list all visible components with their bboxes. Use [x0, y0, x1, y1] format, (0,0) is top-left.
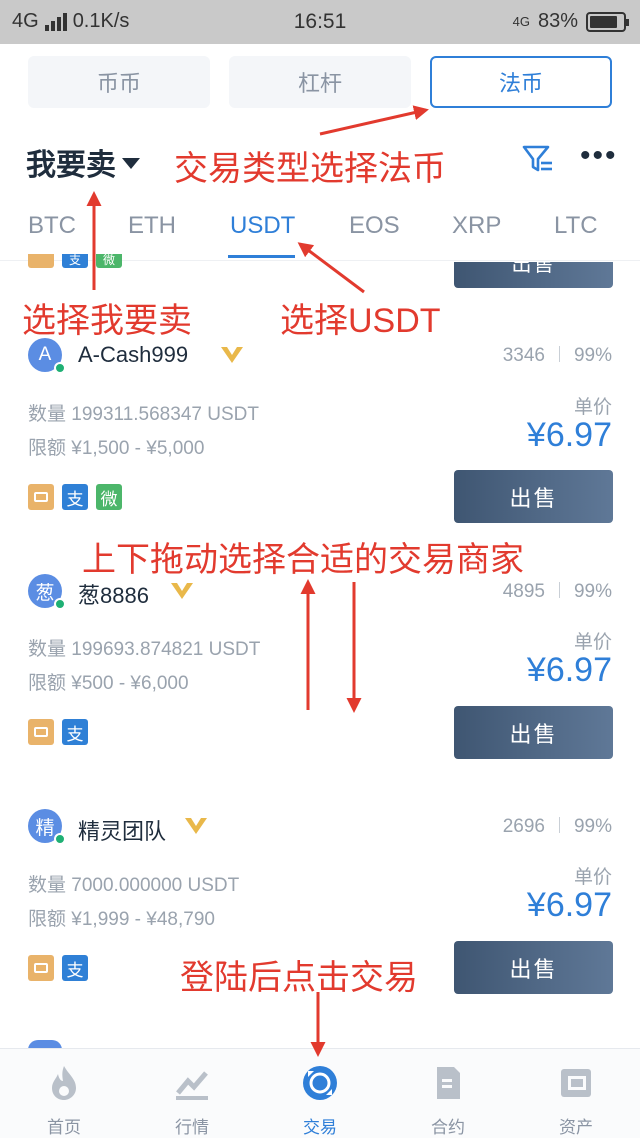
nav-contract[interactable]: 合约	[398, 1063, 498, 1138]
card-pay-icon	[28, 254, 54, 268]
order-count: 2696	[502, 816, 545, 837]
verified-icon	[185, 818, 207, 834]
arrow-to-fiat-tab	[319, 105, 429, 136]
status-right: 4G 83%	[512, 10, 629, 33]
annotation-sell-select: 选择我要卖	[22, 302, 192, 340]
segment-margin[interactable]: 杠杆	[229, 56, 411, 108]
tab-ltc[interactable]: LTC	[554, 212, 598, 240]
limit: 限额 ¥500 - ¥6,000	[28, 673, 189, 694]
stats-separator	[558, 582, 560, 598]
nav-home[interactable]: 首页	[14, 1063, 114, 1138]
tab-btc[interactable]: BTC	[28, 212, 76, 240]
quantity: 数量 199311.568347 USDT	[28, 404, 259, 425]
battery-level	[590, 15, 617, 28]
sell-button[interactable]: 出售	[454, 470, 613, 523]
price-label: 单价	[573, 632, 612, 653]
tab-usdt[interactable]: USDT	[230, 212, 295, 240]
battery-icon	[586, 11, 629, 32]
filter-icon[interactable]	[522, 144, 554, 174]
chart-icon	[176, 1071, 208, 1100]
alipay-icon: 支	[62, 719, 88, 745]
trade-icon	[303, 1066, 337, 1100]
nav-label: 首页	[47, 1118, 81, 1137]
online-status-dot	[54, 598, 66, 610]
status-bar: 4G 0.1K/s 16:51 4G 83%	[0, 0, 640, 44]
merchant-stats: 2696 99%	[503, 816, 612, 838]
active-tab-indicator	[228, 255, 295, 258]
nav-label: 行情	[175, 1118, 209, 1137]
merchant-stats: 3346 99%	[503, 345, 612, 367]
tab-eth[interactable]: ETH	[128, 212, 176, 240]
card-pay-icon	[28, 484, 54, 510]
sell-button[interactable]: 出售	[454, 941, 613, 994]
bottom-nav: 首页 行情 交易 合约 资产	[0, 1048, 640, 1138]
price-label: 单价	[573, 397, 612, 418]
segment-fiat[interactable]: 法币	[430, 56, 612, 108]
limit: 限额 ¥1,999 - ¥48,790	[28, 909, 215, 930]
wechat-pay-icon: 微	[96, 484, 122, 510]
action-label: 我要卖	[26, 149, 116, 182]
price: ¥6.97	[526, 651, 612, 689]
price: ¥6.97	[526, 416, 612, 454]
completion-rate: 99%	[573, 816, 612, 837]
sell-button[interactable]: 出售	[454, 262, 613, 288]
merchant-name[interactable]: A-Cash999	[78, 342, 188, 368]
order-count: 4895	[502, 581, 545, 602]
alipay-icon: 支	[62, 955, 88, 981]
stats-separator	[558, 346, 560, 362]
annotation-login-trade: 登陆后点击交易	[180, 959, 418, 997]
price-label: 单价	[573, 867, 612, 888]
online-status-dot	[54, 833, 66, 845]
flame-icon	[52, 1066, 76, 1100]
alipay-icon: 支	[62, 253, 88, 268]
arrow-to-usdt-tab	[297, 242, 365, 294]
wechat-pay-icon: 微	[96, 253, 122, 268]
alipay-icon: 支	[62, 484, 88, 510]
card-pay-icon	[28, 955, 54, 981]
nav-label: 资产	[559, 1118, 593, 1137]
battery-percent: 83%	[537, 10, 578, 32]
nav-market[interactable]: 行情	[142, 1063, 242, 1138]
wallet-icon	[561, 1069, 591, 1097]
battery-network-type: 4G	[512, 14, 530, 29]
quantity: 数量 7000.000000 USDT	[28, 875, 240, 896]
completion-rate: 99%	[573, 581, 612, 602]
quantity: 数量 199693.874821 USDT	[28, 639, 261, 660]
annotation-usdt-select: 选择USDT	[280, 302, 441, 340]
more-icon[interactable]: •••	[580, 141, 618, 171]
nav-assets[interactable]: 资产	[526, 1063, 626, 1138]
verified-icon	[221, 347, 243, 363]
annotation-drag-select: 上下拖动选择合适的交易商家	[82, 541, 524, 579]
limit: 限额 ¥1,500 - ¥5,000	[28, 438, 205, 459]
verified-icon	[171, 583, 193, 599]
nav-trade[interactable]: 交易	[270, 1063, 370, 1138]
nav-label: 交易	[303, 1118, 337, 1137]
annotation-type-select: 交易类型选择法币	[174, 150, 446, 188]
segment-coin-coin[interactable]: 币币	[28, 56, 210, 108]
order-count: 3346	[502, 345, 545, 366]
card-pay-icon	[28, 719, 54, 745]
tab-eos[interactable]: EOS	[349, 212, 400, 240]
completion-rate: 99%	[573, 345, 612, 366]
tab-xrp[interactable]: XRP	[452, 212, 501, 240]
sell-button[interactable]: 出售	[454, 706, 613, 759]
buy-sell-dropdown[interactable]: 我要卖	[26, 140, 140, 184]
nav-label: 合约	[431, 1118, 465, 1137]
merchant-name[interactable]: 葱8886	[78, 578, 149, 610]
caret-down-icon	[122, 157, 140, 169]
price: ¥6.97	[526, 886, 612, 924]
online-status-dot	[54, 362, 66, 374]
merchant-stats: 4895 99%	[503, 581, 612, 603]
stats-separator	[558, 817, 560, 833]
merchant-name[interactable]: 精灵团队	[78, 814, 166, 846]
contract-icon	[437, 1067, 460, 1099]
